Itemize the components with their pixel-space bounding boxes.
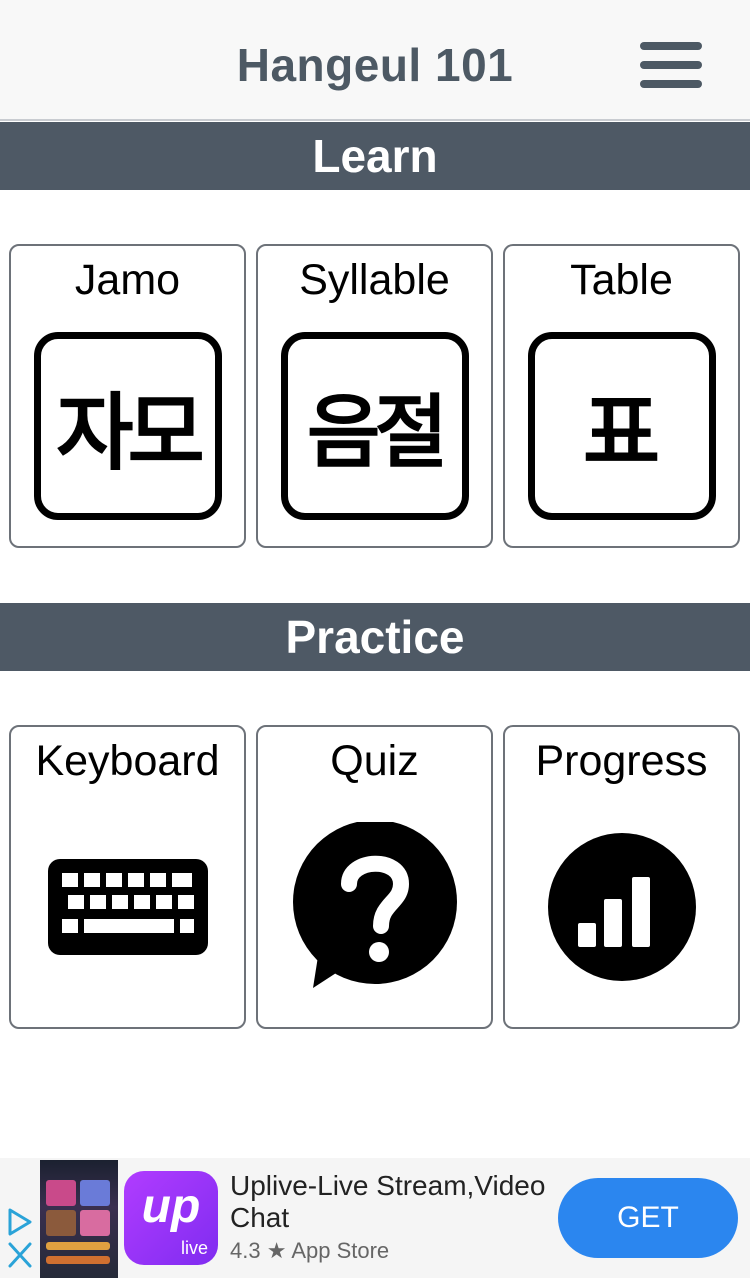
tile-label: Quiz (330, 737, 419, 785)
ad-choices-icon[interactable] (6, 1208, 34, 1236)
app-header: Hangeul 101 (0, 0, 750, 121)
syllable-icon-text: 음절 (306, 386, 448, 479)
tile-label: Progress (535, 737, 708, 785)
tile-keyboard[interactable]: Keyboard (9, 725, 246, 1029)
syllable-hangul-icon: 음절 (258, 330, 491, 522)
jamo-hangul-icon: 자모 (11, 330, 244, 522)
menu-line (640, 80, 702, 88)
ad-app-screenshot[interactable] (40, 1160, 118, 1278)
keyboard-icon (11, 811, 244, 1003)
tile-jamo[interactable]: Jamo 자모 (9, 244, 246, 548)
tile-label: Syllable (299, 256, 450, 304)
question-bubble-icon (258, 811, 491, 1003)
tile-label: Table (570, 256, 673, 304)
tile-label: Keyboard (35, 737, 220, 785)
section-header-practice: Practice (0, 603, 750, 671)
ad-logo-text: up (141, 1180, 201, 1233)
ad-get-button[interactable]: GET (558, 1178, 738, 1258)
ad-logo-sub: live (180, 1238, 208, 1258)
ad-app-logo[interactable]: up live (124, 1171, 218, 1265)
tile-syllable[interactable]: Syllable 음절 (256, 244, 493, 548)
table-hangul-icon: 표 (505, 330, 738, 522)
ad-title[interactable]: Uplive-Live Stream,Video Chat (230, 1170, 550, 1234)
tile-label: Jamo (74, 256, 181, 304)
bar-chart-circle-icon (505, 811, 738, 1003)
table-icon-text: 표 (582, 383, 661, 482)
tile-quiz[interactable]: Quiz (256, 725, 493, 1029)
jamo-icon-text: 자모 (56, 383, 205, 482)
menu-line (640, 61, 702, 69)
tile-progress[interactable]: Progress (503, 725, 740, 1029)
ad-rating: 4.3 ★ App Store (230, 1238, 390, 1263)
menu-line (640, 42, 702, 50)
tile-table[interactable]: Table 표 (503, 244, 740, 548)
hamburger-menu-icon[interactable] (636, 40, 704, 90)
section-header-learn: Learn (0, 122, 750, 190)
ad-close-icon[interactable] (6, 1240, 34, 1270)
